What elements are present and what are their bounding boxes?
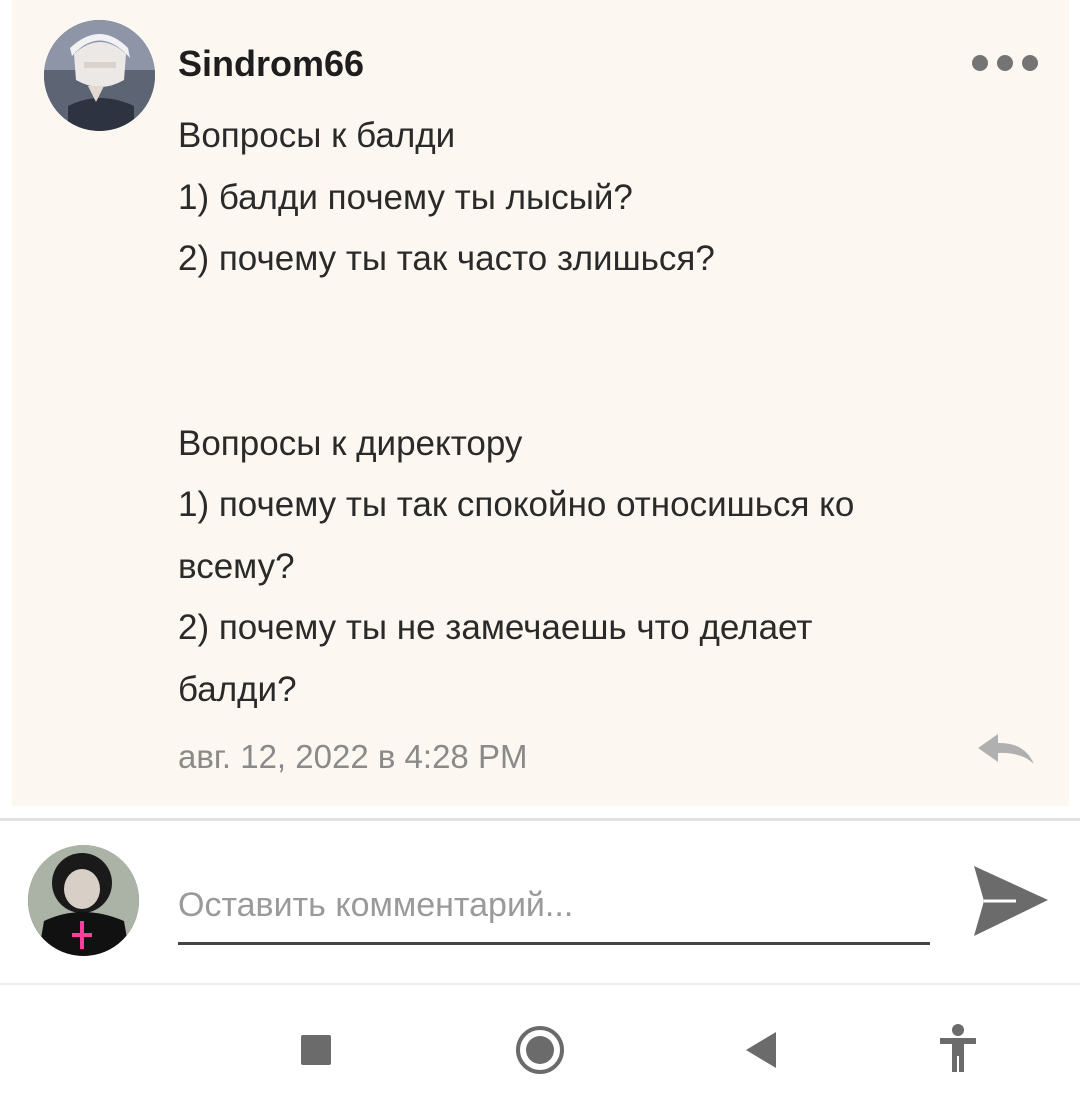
comment-input[interactable] — [178, 868, 930, 945]
send-icon — [974, 866, 1048, 936]
more-horizontal-icon — [972, 55, 988, 71]
circle-icon — [516, 1026, 564, 1074]
reply-button[interactable] — [976, 728, 1038, 770]
accessibility-icon — [940, 1024, 976, 1072]
comment-text: Вопросы к балди 1) балди почему ты лысый… — [178, 105, 1018, 720]
back-button[interactable] — [730, 1020, 790, 1080]
comment-blank-gap — [178, 290, 1018, 413]
comment-line: 1) почему ты так спокойно относишься ко — [178, 485, 855, 524]
current-user-avatar-art — [28, 845, 139, 956]
comment-line: Вопросы к директору — [178, 423, 523, 463]
home-button[interactable] — [510, 1020, 570, 1080]
comment-line: Вопросы к балди — [178, 116, 456, 155]
send-button[interactable] — [970, 860, 1052, 942]
author-avatar-art — [44, 20, 155, 131]
accessibility-button[interactable] — [928, 1020, 988, 1080]
comment-line: всему? — [178, 546, 295, 586]
more-options-button[interactable] — [972, 48, 1038, 78]
author-name[interactable]: Sindrom66 — [178, 42, 364, 86]
square-icon — [301, 1035, 331, 1065]
recent-apps-button[interactable] — [286, 1020, 346, 1080]
author-avatar[interactable] — [44, 20, 155, 131]
reply-arrow-icon — [978, 734, 1034, 764]
comment-line: 2) почему ты так часто злишься? — [178, 239, 715, 278]
back-triangle-icon — [746, 1032, 776, 1068]
more-horizontal-icon — [1022, 55, 1038, 71]
more-horizontal-icon — [997, 55, 1013, 71]
comment-page: Sindrom66 Вопросы к балди 1) балди почем… — [0, 0, 1080, 1114]
comment-timestamp: авг. 12, 2022 в 4:28 PM — [178, 738, 528, 775]
current-user-avatar[interactable] — [28, 845, 139, 956]
comment-line: 2) почему ты не замечаешь что делает — [178, 608, 813, 647]
comment-line: балди? — [178, 669, 297, 709]
comment-line: 1) балди почему ты лысый? — [178, 177, 633, 217]
